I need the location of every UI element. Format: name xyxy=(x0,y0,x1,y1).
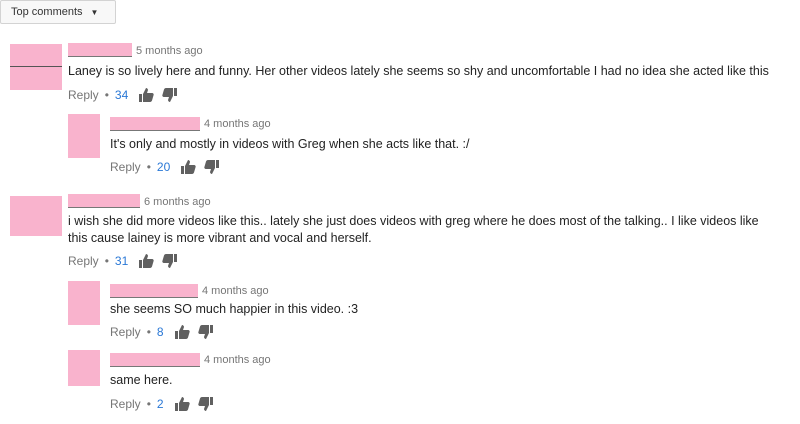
thumbs-up-icon[interactable] xyxy=(180,160,196,174)
like-count: 34 xyxy=(114,88,129,102)
avatar[interactable] xyxy=(68,114,100,158)
thumbs-up-icon[interactable] xyxy=(138,88,154,102)
like-count: 31 xyxy=(114,254,129,268)
separator: • xyxy=(146,160,151,174)
comment-actions: Reply • 34 xyxy=(68,86,186,104)
avatar[interactable] xyxy=(10,196,62,236)
comment-text-line-2: this cause lainey is more vibrant and vo… xyxy=(68,231,372,245)
author-name[interactable] xyxy=(68,43,132,57)
thumbs-down-icon[interactable] xyxy=(162,88,178,102)
like-count: 20 xyxy=(156,160,171,174)
thumbs-up-icon[interactable] xyxy=(174,397,190,411)
reply-button[interactable]: Reply xyxy=(68,254,99,268)
avatar[interactable] xyxy=(68,281,100,325)
comment-text: It's only and mostly in videos with Greg… xyxy=(110,137,470,151)
reply-button[interactable]: Reply xyxy=(110,160,141,174)
like-count: 2 xyxy=(156,397,164,411)
timestamp[interactable]: 5 months ago xyxy=(136,45,203,57)
sort-dropdown[interactable]: Top comments ▼ xyxy=(0,0,116,24)
thumbs-down-icon[interactable] xyxy=(162,254,178,268)
separator: • xyxy=(104,254,109,268)
avatar[interactable] xyxy=(68,350,100,386)
comment-text-line-1: i wish she did more videos like this.. l… xyxy=(68,214,759,228)
thumbs-down-icon[interactable] xyxy=(197,325,214,339)
author-name[interactable] xyxy=(110,284,198,298)
thumbs-down-icon[interactable] xyxy=(197,397,214,411)
timestamp[interactable]: 6 months ago xyxy=(144,196,211,208)
sort-label: Top comments xyxy=(11,6,83,18)
chevron-down-icon: ▼ xyxy=(90,7,99,17)
thumbs-up-icon[interactable] xyxy=(174,325,190,339)
comment-actions: Reply • 31 xyxy=(68,252,186,270)
author-name[interactable] xyxy=(110,353,200,367)
comment-actions: Reply • 2 xyxy=(110,395,222,413)
separator: • xyxy=(146,397,151,411)
author-name[interactable] xyxy=(110,117,200,131)
timestamp[interactable]: 4 months ago xyxy=(202,285,269,297)
reply-button[interactable]: Reply xyxy=(110,325,141,339)
avatar-divider xyxy=(10,66,62,67)
thumbs-down-icon[interactable] xyxy=(204,160,220,174)
reply-button[interactable]: Reply xyxy=(68,88,99,102)
comment-actions: Reply • 8 xyxy=(110,323,222,341)
like-count: 8 xyxy=(156,325,164,339)
timestamp[interactable]: 4 months ago xyxy=(204,354,271,366)
separator: • xyxy=(104,88,109,102)
comment-text: Laney is so lively here and funny. Her o… xyxy=(68,64,769,78)
comment-actions: Reply • 20 xyxy=(110,158,228,176)
separator: • xyxy=(146,325,151,339)
author-name[interactable] xyxy=(68,194,140,208)
timestamp[interactable]: 4 months ago xyxy=(204,118,271,130)
thumbs-up-icon[interactable] xyxy=(138,254,154,268)
avatar[interactable] xyxy=(10,44,62,90)
comment-text: same here. xyxy=(110,373,173,387)
reply-button[interactable]: Reply xyxy=(110,397,141,411)
comment-text: she seems SO much happier in this video.… xyxy=(110,302,359,316)
